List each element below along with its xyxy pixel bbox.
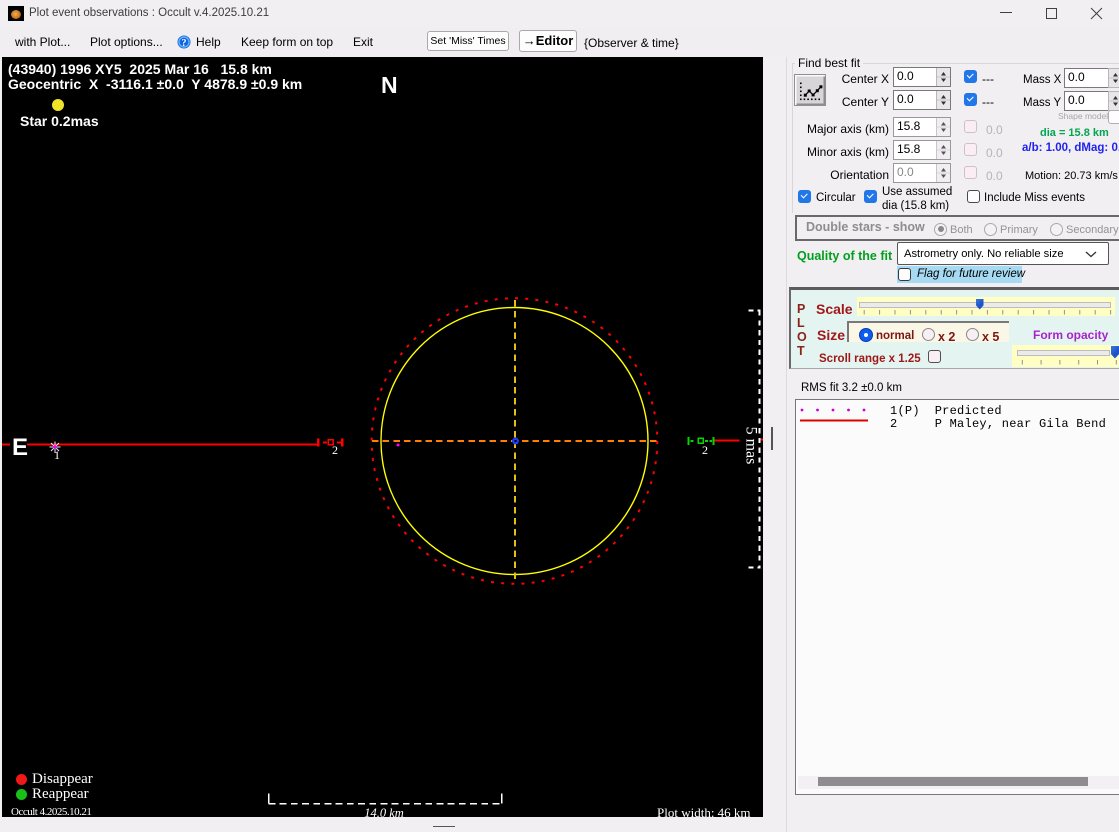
svg-text:?: ? (182, 38, 187, 49)
